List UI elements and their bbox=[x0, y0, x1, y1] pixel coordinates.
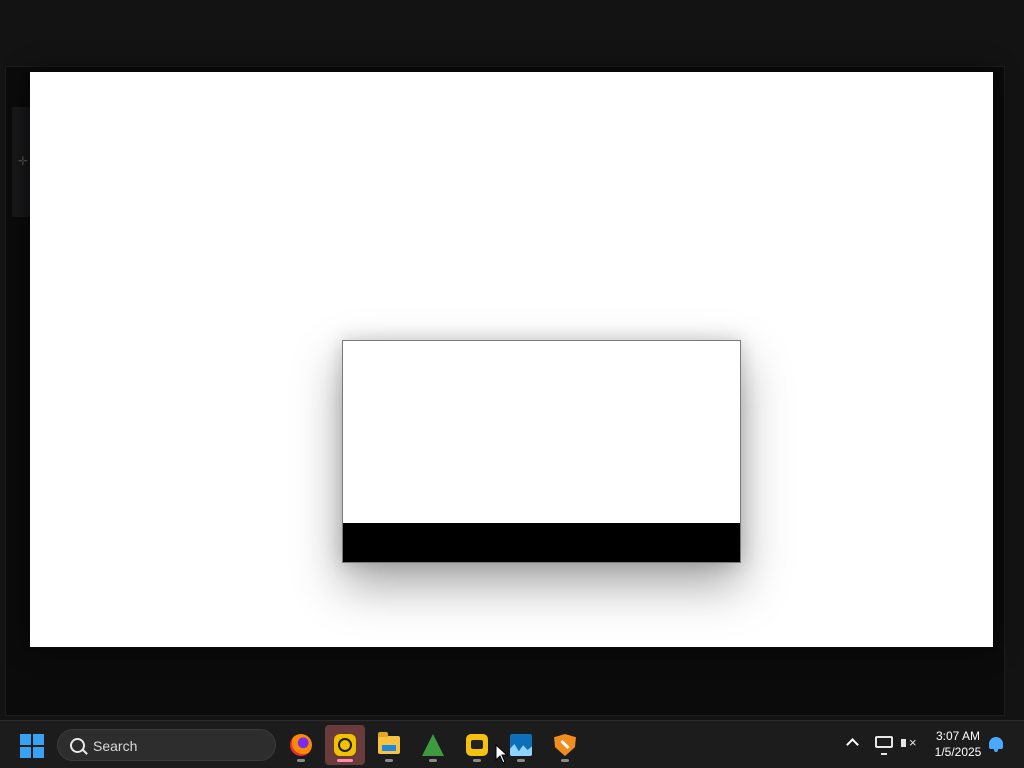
taskbar-app-firefox[interactable] bbox=[281, 725, 321, 765]
running-indicator bbox=[385, 759, 393, 762]
tree-icon bbox=[422, 734, 444, 756]
running-indicator bbox=[297, 759, 305, 762]
search-icon bbox=[70, 738, 85, 753]
taskbar-app-file-explorer[interactable] bbox=[369, 725, 409, 765]
taskbar-app-tree[interactable] bbox=[413, 725, 453, 765]
clock-time: 3:07 AM bbox=[935, 729, 981, 743]
taskbar-clock[interactable]: 3:07 AM 1/5/2025 bbox=[920, 728, 996, 760]
notification-bell-icon[interactable] bbox=[989, 737, 1003, 752]
running-indicator bbox=[517, 759, 525, 762]
show-hidden-icons-chevron-up-icon[interactable] bbox=[846, 735, 860, 749]
taskbar-search-box[interactable]: Search bbox=[57, 729, 276, 761]
taskbar-app-yellow[interactable] bbox=[457, 725, 497, 765]
dialog-bottom-bar bbox=[343, 523, 740, 562]
windows-logo-tile bbox=[33, 747, 44, 758]
move-handle-icon[interactable]: ✛ bbox=[18, 155, 28, 167]
taskbar: Search 3:07 AM 1/5/2025 bbox=[0, 720, 1024, 768]
clock-date: 1/5/2025 bbox=[934, 745, 982, 759]
firefox-icon bbox=[290, 734, 312, 756]
search-placeholder: Search bbox=[93, 738, 138, 754]
running-indicator bbox=[561, 759, 569, 762]
windows-logo-tile bbox=[33, 734, 44, 745]
dialog-window[interactable] bbox=[342, 340, 741, 563]
yellow-app-icon bbox=[466, 734, 488, 756]
start-button[interactable] bbox=[20, 734, 44, 758]
network-icon[interactable] bbox=[875, 736, 893, 755]
windows-logo-tile bbox=[20, 747, 31, 758]
windows-logo-tile bbox=[20, 734, 31, 745]
running-indicator bbox=[473, 759, 481, 762]
taskbar-app-shield[interactable] bbox=[545, 725, 585, 765]
active-indicator bbox=[337, 759, 353, 762]
running-indicator bbox=[429, 759, 437, 762]
remote-app-icon bbox=[334, 734, 356, 756]
desktop: ✛ bbox=[0, 0, 1024, 720]
main-window[interactable] bbox=[30, 72, 993, 647]
volume-muted-icon[interactable] bbox=[901, 735, 919, 753]
wave-icon bbox=[510, 734, 532, 756]
folder-icon bbox=[378, 732, 400, 754]
shield-icon bbox=[554, 734, 576, 756]
taskbar-app-remote[interactable] bbox=[325, 725, 365, 765]
